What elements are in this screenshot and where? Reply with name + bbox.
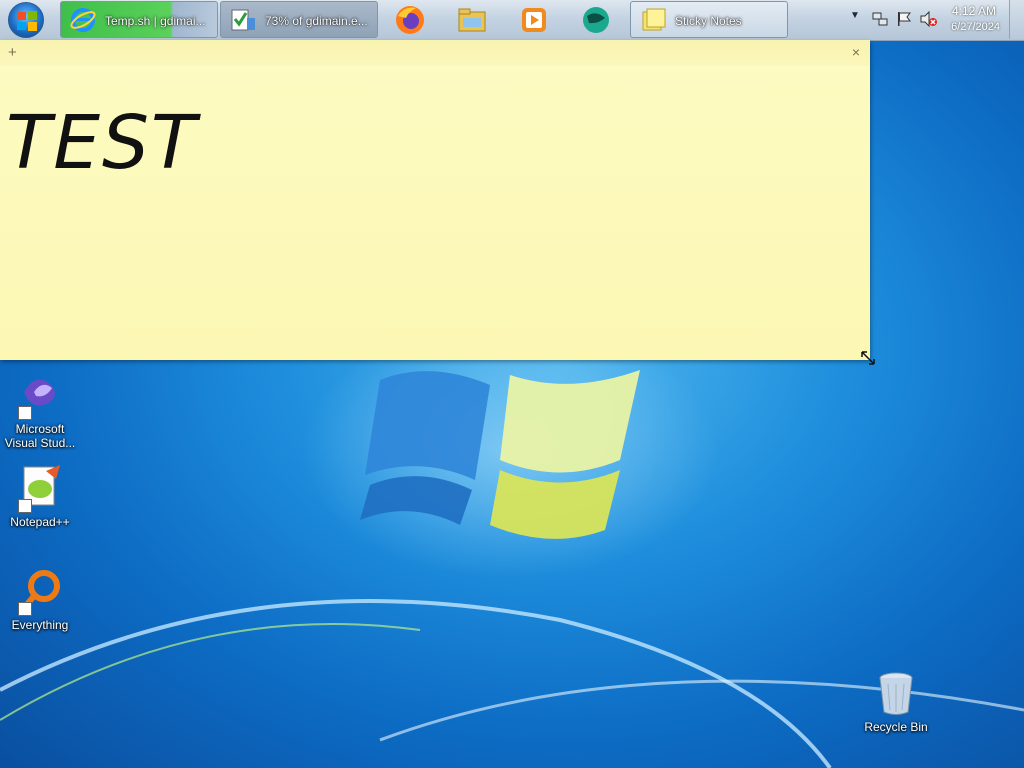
sticky-note-text[interactable]: TEST xyxy=(6,100,198,186)
media-player-icon[interactable] xyxy=(518,4,550,36)
taskbar: Temp.sh | gdimai... 73% of gdimain.e... … xyxy=(0,0,1024,41)
shortcut-arrow-icon xyxy=(18,499,32,513)
system-tray: ▼ 4:12 AM 6/27/2024 xyxy=(834,0,1024,40)
clock-date[interactable]: 6/27/2024 xyxy=(951,21,1000,33)
resize-handle-icon[interactable] xyxy=(860,350,876,366)
windows-logo-wallpaper xyxy=(360,370,640,539)
internet-explorer-icon xyxy=(70,8,96,32)
app-globe-icon[interactable] xyxy=(580,4,612,36)
add-note-button[interactable]: + xyxy=(8,44,17,61)
shortcut-arrow-icon xyxy=(18,406,32,420)
close-note-button[interactable]: × xyxy=(852,44,860,60)
sticky-note[interactable]: + × TEST xyxy=(0,40,875,365)
taskbar-item-sticky-notes[interactable]: Sticky Notes xyxy=(630,1,788,38)
desktop-icon-label: Notepad++ xyxy=(10,515,70,529)
desktop-icon-notepad-plus-plus[interactable]: Notepad++ xyxy=(0,465,80,529)
shortcut-arrow-icon xyxy=(18,602,32,616)
network-icon[interactable] xyxy=(872,11,888,27)
desktop-icon-label: Everything xyxy=(11,618,69,632)
desktop-icon-visual-studio[interactable]: Microsoft Visual Stud... xyxy=(0,372,80,450)
start-button[interactable] xyxy=(8,2,44,38)
action-center-flag-icon[interactable] xyxy=(896,11,912,27)
taskbar-item-label: Temp.sh | gdimai... xyxy=(105,14,206,28)
desktop-icon-label: Recycle Bin xyxy=(864,720,928,734)
taskbar-item-internet-explorer[interactable]: Temp.sh | gdimai... xyxy=(60,1,218,38)
firefox-icon[interactable] xyxy=(394,4,426,36)
wallpaper-swoosh xyxy=(0,599,1024,768)
clock-time[interactable]: 4:12 AM xyxy=(952,4,996,18)
file-explorer-icon[interactable] xyxy=(456,4,488,36)
taskbar-item-download[interactable]: 73% of gdimain.e... xyxy=(220,1,378,38)
sticky-notes-icon xyxy=(642,8,666,31)
windows-start-icon xyxy=(17,11,37,31)
taskbar-item-label: 73% of gdimain.e... xyxy=(265,14,368,28)
recycle-bin-icon xyxy=(879,672,913,715)
desktop-icon-label: Microsoft Visual Stud... xyxy=(4,422,76,450)
taskbar-item-label: Sticky Notes xyxy=(675,14,742,28)
sticky-note-titlebar[interactable]: + × xyxy=(0,40,870,66)
volume-muted-icon[interactable] xyxy=(920,11,938,27)
desktop-icon-recycle-bin[interactable]: Recycle Bin xyxy=(856,670,936,734)
download-progress-icon xyxy=(231,9,255,31)
chevron-up-icon[interactable]: ▼ xyxy=(850,10,860,21)
show-desktop-button[interactable] xyxy=(1009,0,1024,39)
desktop-icon-everything[interactable]: Everything xyxy=(0,568,80,632)
